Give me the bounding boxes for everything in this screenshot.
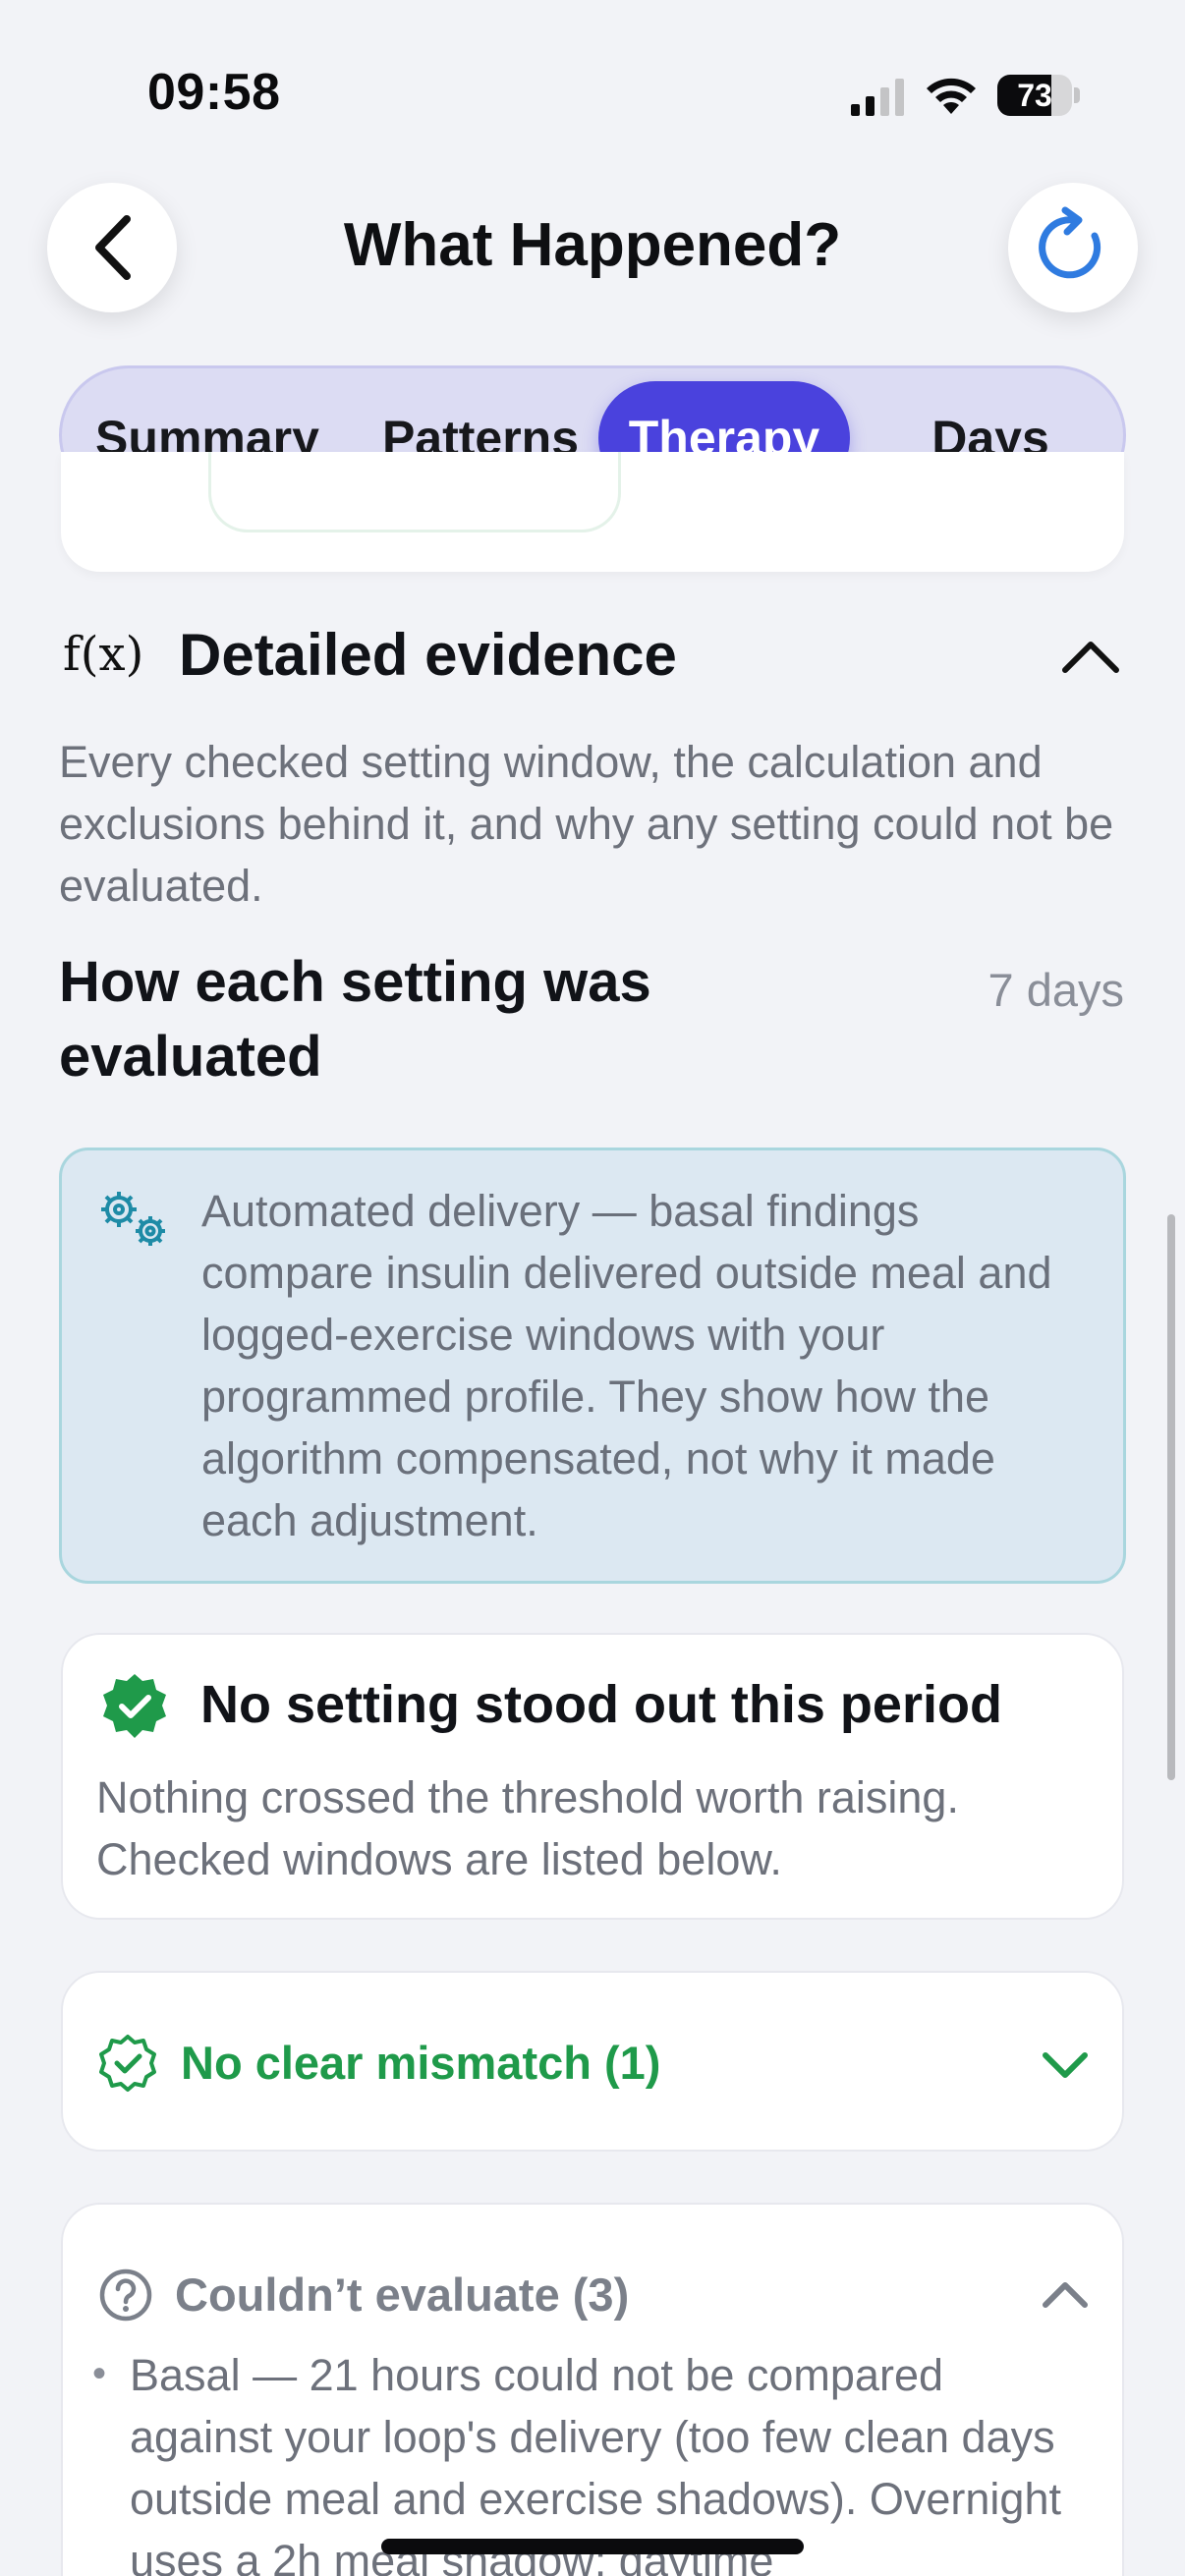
page-title: What Happened? (343, 211, 842, 279)
wifi-icon (927, 78, 976, 114)
status-time: 09:58 (147, 64, 281, 121)
scrollbar[interactable] (1167, 1214, 1175, 1780)
previous-card-edge (61, 452, 1124, 572)
previous-card-pill-edge (208, 452, 621, 532)
chevron-left-icon (95, 215, 131, 280)
result-title: No setting stood out this period (200, 1675, 1002, 1734)
result-description: Nothing crossed the threshold worth rais… (96, 1772, 959, 1884)
info-text: Automated delivery — basal findings comp… (201, 1186, 1052, 1545)
automated-delivery-info: Automated delivery — basal findings comp… (59, 1148, 1126, 1584)
refresh-button[interactable] (1008, 183, 1138, 312)
check-badge-outline-icon (99, 2035, 156, 2092)
cellular-signal-icon (851, 79, 904, 116)
refresh-icon (1039, 206, 1101, 279)
section-description: Every checked setting window, the calcul… (59, 737, 1114, 911)
battery-body: 73 (997, 75, 1072, 116)
function-icon: f(x) (63, 627, 144, 682)
chevron-up-icon[interactable] (1059, 629, 1122, 684)
battery-nub (1074, 87, 1080, 103)
back-button[interactable] (47, 183, 177, 312)
evaluation-period: 7 days (988, 964, 1124, 1016)
evaluation-heading: How each setting was evaluated (59, 950, 651, 1089)
no-mismatch-label: No clear mismatch (1) (181, 2037, 661, 2089)
chevron-down-icon (1043, 2052, 1088, 2078)
battery-percentage: 73 (1017, 78, 1052, 113)
home-indicator[interactable] (381, 2539, 804, 2554)
section-title: Detailed evidence (179, 622, 677, 688)
gears-icon (101, 1192, 165, 1246)
no-mismatch-group[interactable]: No clear mismatch (1) (61, 1971, 1124, 2152)
battery-indicator: 73 (997, 75, 1080, 116)
chevron-up-icon (1043, 2282, 1088, 2308)
couldnt-evaluate-label: Couldn’t evaluate (3) (175, 2268, 630, 2321)
check-badge-icon (103, 1674, 166, 1738)
question-circle-icon (99, 2268, 152, 2322)
couldnt-evaluate-group[interactable]: Couldn’t evaluate (3) • Basal — 21 hours… (61, 2203, 1124, 2576)
result-card: No setting stood out this period Nothing… (61, 1633, 1124, 1920)
bullet-icon: • (92, 2352, 107, 2395)
status-bar: 09:58 73 (0, 0, 1185, 187)
